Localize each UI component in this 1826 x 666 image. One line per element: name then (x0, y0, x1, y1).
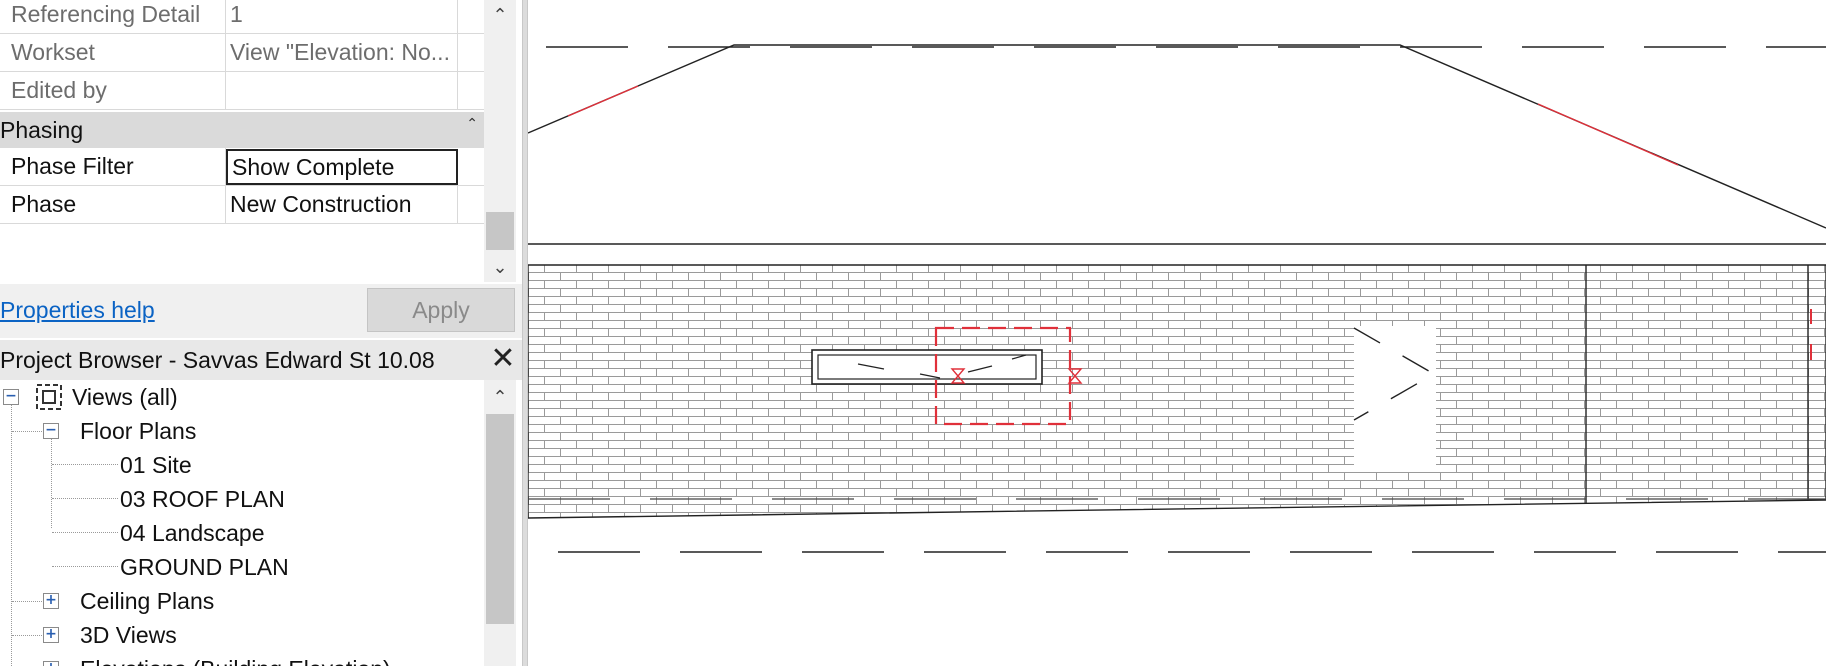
scrollbar-thumb[interactable] (486, 414, 514, 624)
brick-wall[interactable] (528, 264, 1826, 519)
scroll-up-icon[interactable]: ⌃ (484, 0, 516, 30)
scrollbar-thumb[interactable] (486, 212, 514, 250)
tree-item-floor-plan[interactable]: 03 ROOF PLAN (120, 482, 285, 516)
apply-button[interactable]: Apply (367, 288, 515, 332)
collapse-icon[interactable]: − (43, 423, 59, 439)
properties-help-link[interactable]: Properties help (0, 292, 155, 328)
project-browser-header: Project Browser - Savvas Edward St 10.08… (0, 340, 522, 380)
expand-icon[interactable]: + (43, 593, 59, 609)
phase-value[interactable]: New Construction (226, 186, 458, 224)
section-title: Phasing (0, 117, 84, 143)
property-row-referencing-detail[interactable]: Referencing Detail 1 (0, 0, 484, 34)
scroll-up-icon[interactable]: ⌃ (484, 382, 516, 412)
property-name: Referencing Detail (0, 0, 226, 34)
collapse-icon[interactable]: ⌃ (466, 112, 478, 134)
property-name: Phase Filter (0, 148, 226, 186)
project-browser-tree: − Views (all) − Floor Plans 01 Site 03 R… (0, 380, 484, 666)
left-panel: Referencing Detail 1 Workset View "Eleva… (0, 0, 522, 666)
collapse-icon[interactable]: − (3, 389, 19, 405)
property-name: Workset (0, 34, 226, 72)
tree-item-3d-views[interactable]: 3D Views (80, 618, 177, 652)
property-row-workset[interactable]: Workset View "Elevation: No... (0, 34, 484, 72)
scroll-down-icon[interactable]: ⌄ (484, 252, 516, 282)
property-name: Phase (0, 186, 226, 224)
properties-grid: Referencing Detail 1 Workset View "Eleva… (0, 0, 484, 224)
phase-filter-dropdown[interactable]: Show Complete (226, 149, 458, 185)
tree-item-elevations[interactable]: Elevations (Building Elevation) (80, 652, 391, 666)
project-browser-scrollbar[interactable]: ⌃ (484, 380, 516, 666)
property-row-phase[interactable]: Phase New Construction (0, 186, 484, 224)
roof-outline[interactable] (528, 44, 1826, 229)
tree-item-floor-plan[interactable]: 04 Landscape (120, 516, 265, 550)
close-icon[interactable]: ✕ (488, 340, 518, 380)
tree-item-floor-plans[interactable]: Floor Plans (80, 414, 196, 448)
elevation-view-canvas[interactable] (528, 0, 1826, 666)
roof-highlight-right (1537, 103, 1679, 166)
properties-footer: Properties help Apply (0, 284, 522, 338)
elevation-drawing (528, 44, 1826, 553)
property-value: 1 (226, 0, 458, 34)
property-row-phase-filter[interactable]: Phase Filter Show Complete (0, 148, 484, 186)
properties-scrollbar[interactable]: ⌃ ⌄ (484, 0, 516, 282)
phasing-section-header[interactable]: Phasing ⌃ (0, 112, 484, 148)
tree-item-floor-plan[interactable]: GROUND PLAN (120, 550, 289, 584)
property-value (226, 72, 458, 110)
roof-highlight-left (567, 85, 639, 117)
views-icon (36, 384, 62, 410)
property-row-edited-by[interactable]: Edited by (0, 72, 484, 110)
tree-label: Views (all) (72, 384, 178, 410)
door-opening[interactable] (1354, 326, 1436, 472)
expand-icon[interactable]: + (43, 627, 59, 643)
tree-item-ceiling-plans[interactable]: Ceiling Plans (80, 584, 214, 618)
property-name: Edited by (0, 72, 226, 110)
expand-icon[interactable]: + (43, 661, 59, 666)
property-value: View "Elevation: No... (226, 34, 458, 72)
tree-item-floor-plan[interactable]: 01 Site (120, 448, 192, 482)
project-browser-title: Project Browser - Savvas Edward St 10.08 (0, 347, 435, 373)
